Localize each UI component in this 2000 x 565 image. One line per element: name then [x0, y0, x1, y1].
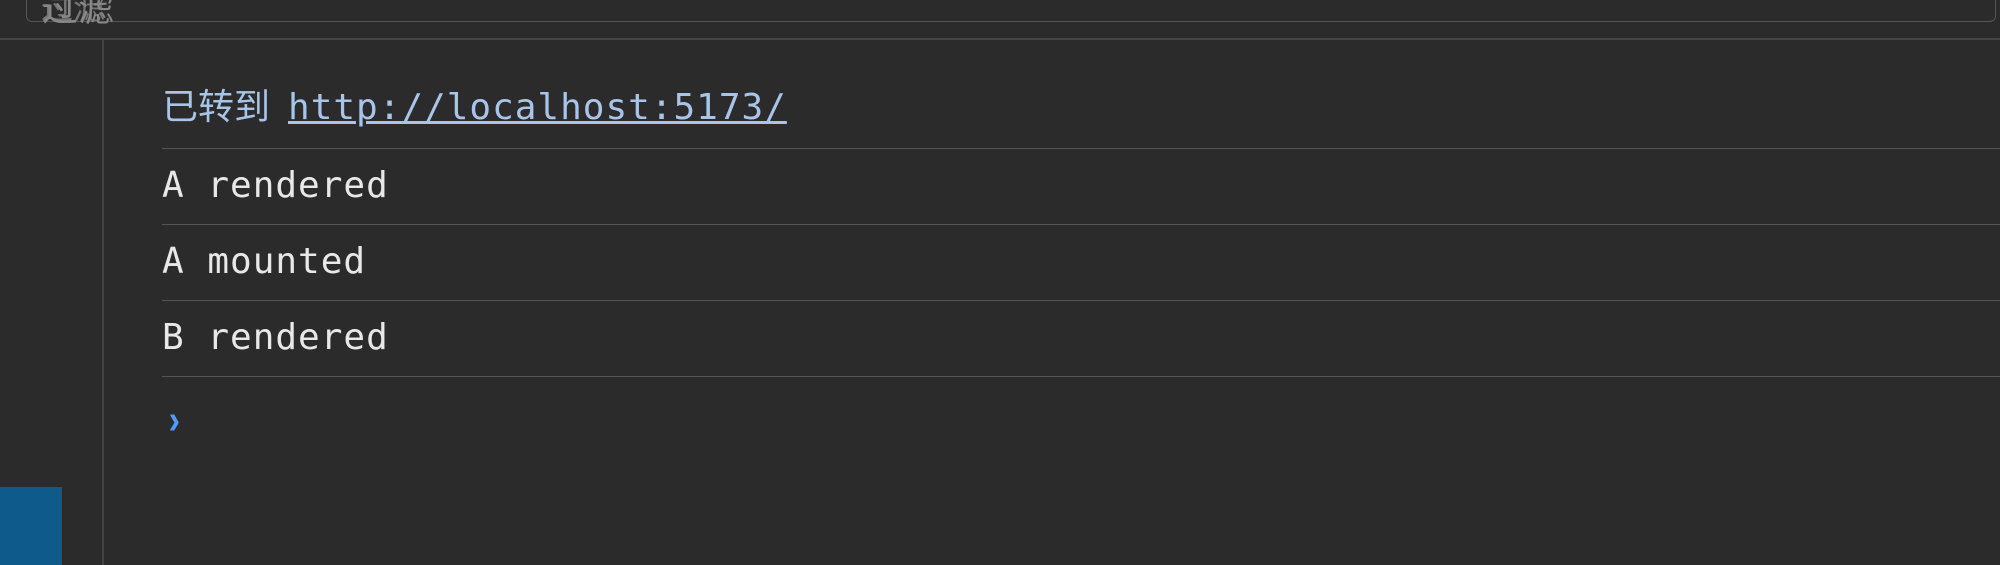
log-text: A rendered	[162, 165, 389, 206]
gutter-active-highlight	[0, 487, 62, 565]
log-text: A mounted	[162, 241, 366, 282]
chevron-right-icon: ›	[164, 401, 184, 447]
log-entry: A rendered	[162, 149, 2000, 225]
log-entry: B rendered	[162, 301, 2000, 377]
console-gutter	[0, 40, 102, 565]
filter-input[interactable]	[26, 0, 1996, 22]
navigation-prefix: 已转到	[162, 78, 270, 130]
navigation-link[interactable]: http://localhost:5173/	[288, 87, 787, 128]
navigation-log: 已转到 http://localhost:5173/	[162, 76, 2000, 149]
filter-bar: 过滤	[0, 0, 2000, 38]
console-area: 已转到 http://localhost:5173/ A rendered A …	[0, 38, 2000, 565]
console-prompt[interactable]: ›	[162, 377, 2000, 443]
log-text: B rendered	[162, 317, 389, 358]
log-entry: A mounted	[162, 225, 2000, 301]
filter-placeholder-text: 过滤	[42, 0, 114, 32]
console-output: 已转到 http://localhost:5173/ A rendered A …	[102, 40, 2000, 565]
